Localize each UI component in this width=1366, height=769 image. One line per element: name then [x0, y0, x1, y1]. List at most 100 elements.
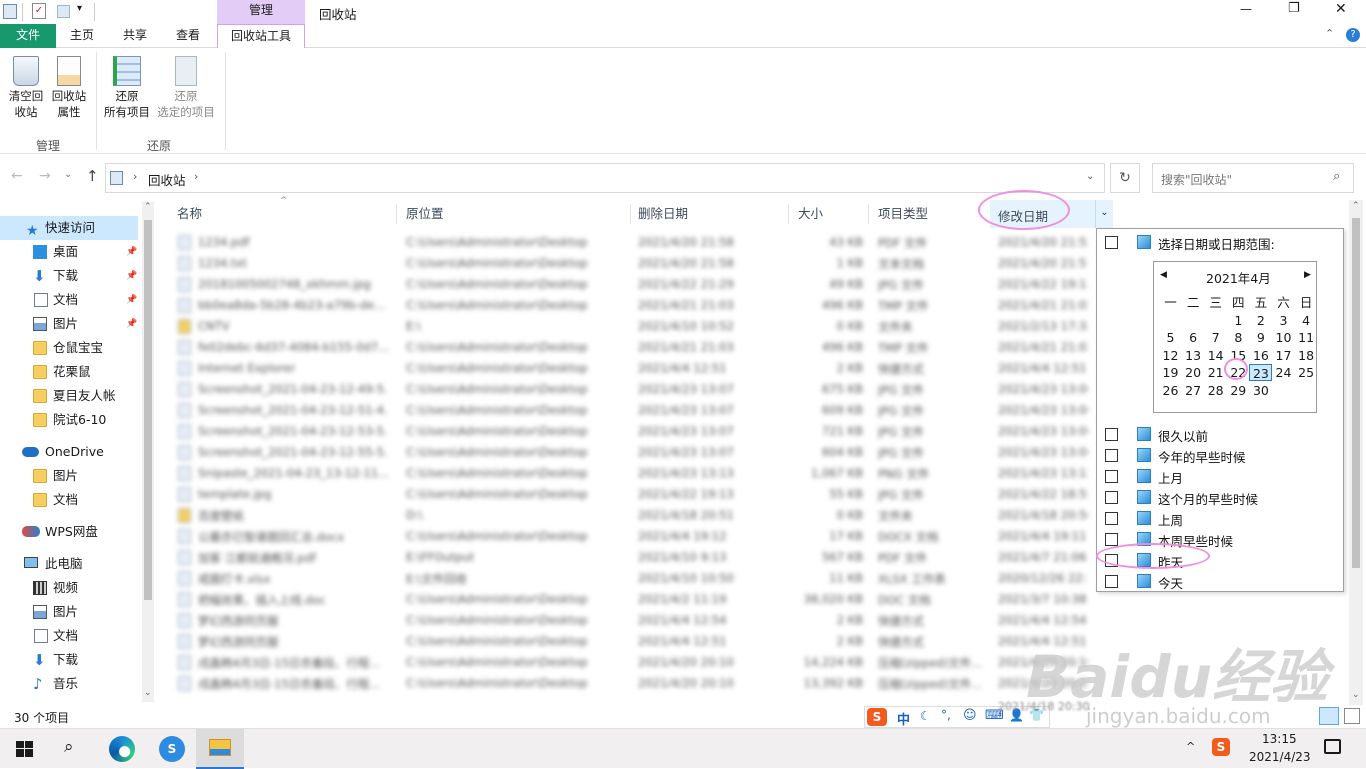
large-icons-view-icon[interactable] — [1344, 708, 1360, 724]
file-row[interactable]: 20181005002748_xkhmm.jpg C:\Users\Adminis… — [158, 274, 1093, 295]
nav-quick-access[interactable]: ★ 快速访问 — [0, 216, 138, 240]
edge-button[interactable] — [98, 729, 146, 769]
column-divider[interactable] — [630, 204, 631, 224]
file-row[interactable]: 1234.txt C:\Users\Administrator\Desktop 20… — [158, 253, 1093, 274]
date-option-checkbox[interactable] — [1105, 449, 1118, 462]
calendar-day[interactable]: 1 — [1227, 312, 1250, 329]
date-option[interactable]: 很久以前 — [1097, 425, 1343, 445]
calendar-day[interactable]: 18 — [1295, 347, 1318, 364]
tab-home[interactable]: 主页 — [58, 24, 106, 48]
file-row[interactable]: Internet Explorer C:\Users\Administrator\… — [158, 358, 1093, 379]
file-row[interactable]: 公最亦已智谱题回汇总.docx C:\Users\Administrator\De… — [158, 526, 1093, 547]
file-row[interactable]: Screenshot_2021-04-23-12-53-5... C:\Users… — [158, 421, 1093, 442]
calendar-day[interactable]: 30 — [1249, 382, 1272, 399]
back-icon[interactable]: ← — [11, 168, 23, 184]
clock-date[interactable]: 2021/4/23 — [1249, 750, 1311, 764]
date-option[interactable]: 上周 — [1097, 509, 1343, 529]
calendar-day[interactable]: 3 — [1272, 312, 1295, 329]
forward-icon[interactable]: → — [39, 168, 51, 184]
nav-downloads[interactable]: ⬇ 下载 📌 — [0, 264, 140, 288]
date-option-checkbox[interactable] — [1105, 470, 1118, 483]
file-row[interactable]: 戌鑫韩4月3日-15日衣番段、行程... C:\Users\Administrat… — [158, 673, 1093, 694]
column-name[interactable]: 名称 — [177, 200, 202, 228]
scroll-down-icon[interactable]: ⌄ — [1352, 690, 1360, 700]
nav-onedrive[interactable]: OneDrive — [0, 440, 140, 464]
ribbon-collapse-icon[interactable]: ⌃ — [1325, 27, 1334, 40]
calendar-day[interactable]: 16 — [1249, 347, 1272, 364]
file-row[interactable]: 梦幻西游同页服 C:\Users\Administrator\Desktop 202… — [158, 610, 1093, 631]
column-original-location[interactable]: 原位置 — [406, 200, 444, 228]
notification-icon[interactable] — [1324, 739, 1341, 754]
nav-scrollbar[interactable]: ⌃ ⌄ — [142, 202, 154, 702]
date-option-checkbox[interactable] — [1105, 533, 1118, 546]
column-size[interactable]: 大小 — [798, 200, 823, 228]
file-list-scrollbar[interactable]: ⌃ ⌄ — [1349, 200, 1363, 705]
date-option[interactable]: 这个月的早些时候 — [1097, 488, 1343, 508]
restore-all-button[interactable]: 还原 所有项目 — [100, 56, 154, 120]
file-row[interactable]: 百度壁纸 D:\ 2021/4/18 20:51 0 KB 文件夹 2021/4/18 2… — [158, 505, 1093, 526]
file-row[interactable]: Snipaste_2021-04-23_13-12-11... C:\Users\… — [158, 463, 1093, 484]
nav-this-pc[interactable]: 此电脑 — [0, 552, 140, 576]
file-row[interactable]: Screenshot_2021-04-23-12-55-5... C:\Users… — [158, 442, 1093, 463]
date-option[interactable]: 今天 — [1097, 572, 1343, 592]
column-divider[interactable] — [396, 204, 397, 224]
date-option-checkbox[interactable] — [1105, 428, 1118, 441]
file-row[interactable]: 1234.pdf C:\Users\Administrator\Desktop 20… — [158, 232, 1093, 253]
nav-desktop[interactable]: 桌面 📌 — [0, 240, 140, 264]
calendar-day[interactable]: 2 — [1249, 312, 1272, 329]
nav-folder-1[interactable]: 仓鼠宝宝 — [0, 336, 140, 360]
nav-pc-pictures[interactable]: 图片 — [0, 600, 140, 624]
calendar-day[interactable]: 27 — [1182, 382, 1205, 399]
recent-dropdown-icon[interactable]: ⌄ — [64, 169, 72, 180]
calendar-day[interactable]: 8 — [1227, 329, 1250, 346]
search-input[interactable]: 搜索"回收站" — [1161, 171, 1232, 188]
date-range-checkbox[interactable] — [1105, 236, 1118, 249]
search-icon[interactable]: ⌕ — [1333, 169, 1340, 184]
calendar-day[interactable]: 11 — [1295, 329, 1318, 346]
file-row[interactable]: 戌鑫韩4月3日-15日衣番段、行程... C:\Users\Administrat… — [158, 652, 1093, 673]
start-button[interactable] — [0, 729, 48, 769]
file-row[interactable]: 梦幻西游同页服 C:\Users\Administrator\Desktop 202… — [158, 631, 1093, 652]
nav-folder-2[interactable]: 花栗鼠 — [0, 360, 140, 384]
maximize-button[interactable]: ❐ — [1288, 1, 1300, 16]
calendar-day[interactable]: 23 — [1249, 364, 1273, 382]
nav-pc-downloads[interactable]: ⬇ 下载 — [0, 648, 140, 672]
restore-selected-button[interactable]: 还原 选定的项目 — [155, 56, 217, 120]
file-row[interactable]: 加客 江都就通概况.pdf E:\FFOutput 2021/4/10 9:13 56… — [158, 547, 1093, 568]
search-box[interactable]: 搜索"回收站" ⌕ — [1152, 163, 1354, 193]
file-row[interactable]: 戒圈打卡.xlsx E:\文件回收 2021/4/10 10:50 11 KB XLSX… — [158, 568, 1093, 589]
help-icon[interactable]: ? — [1346, 28, 1360, 42]
file-row[interactable]: CNTV E:\ 2021/4/10 10:52 0 KB 文件夹 2021/2/13 1… — [158, 316, 1093, 337]
calendar-day[interactable]: 19 — [1159, 364, 1182, 381]
nav-pictures[interactable]: 图片 📌 — [0, 312, 140, 336]
path-recycle-bin[interactable]: 回收站 — [148, 170, 186, 189]
file-row[interactable]: 把幅效果、插入上线.doc C:\Users\Administrator\Desk… — [158, 589, 1093, 610]
empty-recycle-bin-button[interactable]: 清空回 收站 — [4, 56, 48, 120]
file-row[interactable]: Screenshot_2021-04-23-12-49-5... C:\Users… — [158, 379, 1093, 400]
file-row[interactable]: fe02debc-6d37-4084-b155-0d7... C:\Users\A… — [158, 337, 1093, 358]
date-option[interactable]: 上月 — [1097, 467, 1343, 487]
date-option-checkbox[interactable] — [1105, 512, 1118, 525]
date-option-checkbox[interactable] — [1105, 575, 1118, 588]
calendar-day[interactable]: 26 — [1159, 382, 1182, 399]
calendar-day[interactable]: 6 — [1182, 329, 1205, 346]
search-button[interactable]: ⌕ — [48, 729, 96, 769]
calendar-day[interactable]: 10 — [1272, 329, 1295, 346]
file-row[interactable]: Screenshot_2021-04-23-12-51-4... C:\Users… — [158, 400, 1093, 421]
column-item-type[interactable]: 项目类型 — [878, 200, 928, 228]
up-icon[interactable]: ↑ — [86, 167, 99, 185]
sogou-browser-button[interactable]: S — [148, 729, 196, 769]
filter-dropdown-icon[interactable]: ⌄ — [1095, 200, 1113, 228]
column-divider[interactable] — [868, 204, 869, 224]
calendar-day[interactable]: 29 — [1227, 382, 1250, 399]
nav-onedrive-documents[interactable]: 文档 — [0, 488, 140, 512]
column-divider[interactable] — [788, 204, 789, 224]
calendar-day[interactable]: 9 — [1249, 329, 1272, 346]
address-dropdown-icon[interactable]: ⌄ — [1086, 171, 1094, 182]
scroll-thumb[interactable] — [1352, 218, 1360, 568]
column-date-deleted[interactable]: 删除日期 — [638, 200, 688, 228]
scroll-up-icon[interactable]: ⌃ — [144, 202, 152, 212]
scroll-up-icon[interactable]: ⌃ — [1352, 201, 1360, 211]
tab-file[interactable]: 文件 — [0, 24, 56, 48]
calendar-day[interactable]: 25 — [1295, 364, 1318, 381]
